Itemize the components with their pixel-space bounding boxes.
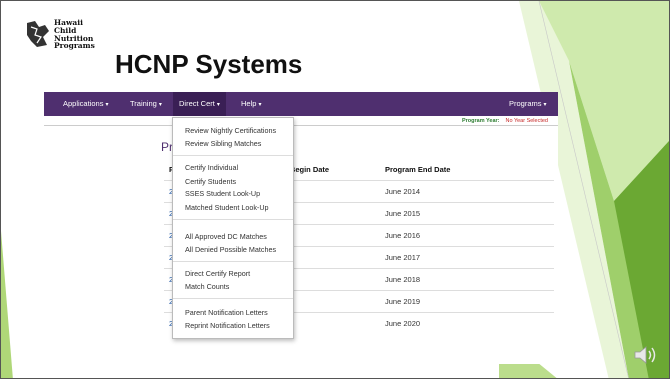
menu-item-reprint-notification-letters[interactable]: Reprint Notification Letters xyxy=(185,321,270,330)
end-date: June 2019 xyxy=(385,297,421,306)
hawaii-logo: Hawaii Child Nutrition Programs xyxy=(25,15,97,59)
caret-down-icon: ▾ xyxy=(258,102,262,108)
speaker-icon[interactable] xyxy=(633,344,659,366)
end-date: June 2014 xyxy=(385,187,421,196)
caret-down-icon: ▾ xyxy=(158,102,162,108)
menu-item-direct-certify-report[interactable]: Direct Certify Report xyxy=(185,269,250,278)
app-window: Applications ▾ Training ▾ Direct Cert ▾ Hel… xyxy=(44,92,558,364)
menu-divider xyxy=(173,261,293,262)
nav-label: Applications xyxy=(63,99,104,108)
nav-label: Training xyxy=(130,99,157,108)
caret-down-icon: ▾ xyxy=(216,102,220,108)
program-year-label: Program Year: xyxy=(461,118,500,124)
direct-cert-dropdown-menu: Review Nightly Certifications Review Sib… xyxy=(172,117,294,339)
nav-direct-cert[interactable]: Direct Cert ▾ xyxy=(173,92,226,116)
program-year-bar: Program Year: No Year Selected xyxy=(44,116,558,126)
navbar: Applications ▾ Training ▾ Direct Cert ▾ Hel… xyxy=(44,92,558,116)
menu-item-sses-student-look-up[interactable]: SSES Student Look-Up xyxy=(185,189,260,198)
end-date: June 2017 xyxy=(385,253,421,262)
end-date: June 2020 xyxy=(385,319,421,328)
menu-item-match-counts[interactable]: Match Counts xyxy=(185,282,229,291)
hawaii-logo-icon xyxy=(27,21,49,47)
menu-divider xyxy=(173,155,293,156)
slide: Hawaii Child Nutrition Programs HCNP Sys… xyxy=(0,0,670,379)
menu-item-review-sibling-matches[interactable]: Review Sibling Matches xyxy=(185,139,261,148)
menu-item-review-nightly-certifications[interactable]: Review Nightly Certifications xyxy=(185,126,276,135)
menu-item-certify-students[interactable]: Certify Students xyxy=(185,177,236,186)
program-year-value[interactable]: No Year Selected xyxy=(505,118,548,124)
menu-divider xyxy=(173,298,293,299)
menu-item-certify-individual[interactable]: Certify Individual xyxy=(185,163,238,172)
nav-help[interactable]: Help ▾ xyxy=(241,92,261,116)
slide-title: HCNP Systems xyxy=(115,49,303,79)
nav-programs[interactable]: Programs ▾ xyxy=(509,92,547,116)
menu-divider xyxy=(173,219,293,220)
caret-down-icon: ▾ xyxy=(105,102,109,108)
nav-label: Direct Cert xyxy=(179,99,215,108)
nav-label: Programs xyxy=(509,99,542,108)
menu-item-all-denied-possible-matches[interactable]: All Denied Possible Matches xyxy=(185,245,276,254)
menu-item-all-approved-dc-matches[interactable]: All Approved DC Matches xyxy=(185,232,267,241)
logo-text: Hawaii Child Nutrition Programs xyxy=(54,19,95,50)
menu-item-parent-notification-letters[interactable]: Parent Notification Letters xyxy=(185,308,268,317)
nav-applications[interactable]: Applications ▾ xyxy=(63,92,108,116)
end-date: June 2016 xyxy=(385,231,421,240)
caret-down-icon: ▾ xyxy=(543,102,547,108)
column-header: Program End Date xyxy=(385,165,451,174)
logo-line: Programs xyxy=(54,41,95,51)
nav-label: Help xyxy=(241,99,257,108)
menu-item-matched-student-look-up[interactable]: Matched Student Look-Up xyxy=(185,203,269,212)
end-date: June 2018 xyxy=(385,275,421,284)
end-date: June 2015 xyxy=(385,209,421,218)
nav-training[interactable]: Training ▾ xyxy=(130,92,162,116)
